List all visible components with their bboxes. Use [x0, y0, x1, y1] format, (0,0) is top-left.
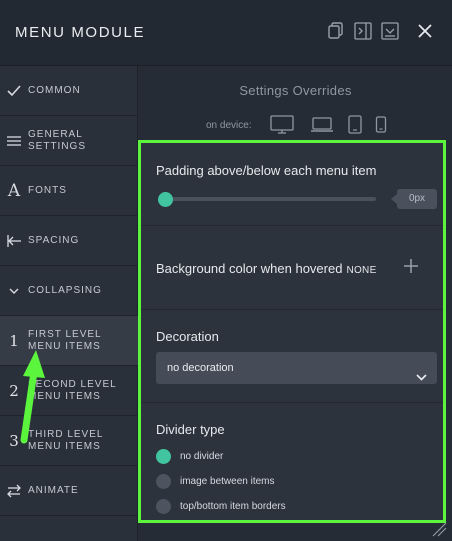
font-icon: A — [7, 180, 21, 201]
settings-overrides-title: Settings Overrides — [239, 83, 352, 98]
sidebar-item-animate[interactable]: ANIMATE — [0, 466, 138, 516]
sidebar-item-label: COMMON — [28, 84, 81, 96]
sidebar-item-common[interactable]: COMMON — [0, 66, 138, 116]
sidebar-item-label: ANIMATE — [28, 484, 79, 496]
sidebar-item-label: FONTS — [28, 184, 67, 196]
radio-button[interactable] — [156, 498, 171, 514]
background-section: Background color when hovered NONE — [141, 226, 443, 310]
sidebar-item-first-level[interactable]: 1 FIRST LEVEL MENU ITEMS — [0, 316, 138, 366]
arrow-left-bar-icon — [0, 233, 28, 249]
add-color-plus-icon[interactable] — [403, 258, 419, 274]
padding-value-box[interactable]: 0px — [391, 189, 437, 209]
sidebar-item-fonts[interactable]: A FONTS — [0, 166, 138, 216]
sidebar-item-label: SPACING — [28, 234, 80, 246]
padding-label: Padding above/below each menu item — [156, 163, 377, 178]
radio-label: no divider — [180, 450, 224, 462]
chevron-down-icon — [0, 284, 28, 298]
sidebar-item-label: THIRD LEVEL MENU ITEMS — [28, 428, 104, 452]
sidebar: COMMON GENERAL SETTINGS A FONTS SPACING … — [0, 66, 138, 541]
divider-type-label: Divider type — [156, 422, 225, 437]
sidebar-item-label: COLLAPSING — [28, 284, 102, 296]
swap-arrows-icon — [0, 483, 28, 499]
radio-button[interactable] — [156, 448, 171, 464]
close-icon[interactable] — [415, 21, 435, 41]
sidebar-item-collapsing[interactable]: COLLAPSING — [0, 266, 138, 316]
sidebar-item-label: SECOND LEVEL MENU ITEMS — [28, 378, 117, 402]
chevron-down-icon — [416, 363, 427, 395]
radio-label: top/bottom item borders — [180, 500, 286, 512]
padding-slider-handle[interactable] — [158, 192, 173, 207]
tablet-icon[interactable] — [347, 115, 363, 135]
desktop-icon[interactable] — [270, 115, 294, 135]
modal-title: MENU MODULE — [15, 24, 146, 41]
divider-section: Divider type no divider image between it… — [141, 403, 443, 520]
sidebar-item-second-level[interactable]: 2 SECOND LEVEL MENU ITEMS — [0, 366, 138, 416]
radio-image-between-items[interactable]: image between items — [156, 473, 275, 489]
menu-lines-icon — [0, 133, 28, 149]
level-number: 2 — [9, 381, 19, 400]
decoration-selected-value: no decoration — [167, 362, 234, 374]
device-label: on device: — [206, 120, 252, 131]
background-value: NONE — [346, 265, 377, 276]
level-number: 1 — [9, 331, 19, 350]
padding-section: Padding above/below each menu item 0px — [141, 143, 443, 226]
check-icon — [0, 83, 28, 99]
radio-label: image between items — [180, 475, 275, 487]
sidebar-toggle-icon[interactable] — [353, 21, 373, 41]
radio-top-bottom-borders[interactable]: top/bottom item borders — [156, 498, 286, 514]
phone-icon[interactable] — [375, 115, 387, 135]
level-number: 3 — [9, 431, 19, 450]
menu-item-settings-panel: Padding above/below each menu item 0px B… — [138, 140, 446, 523]
padding-slider-track[interactable] — [165, 197, 376, 201]
laptop-icon[interactable] — [310, 115, 334, 135]
save-icon[interactable] — [380, 21, 400, 41]
decoration-label: Decoration — [156, 329, 219, 344]
modal-header: MENU MODULE — [0, 0, 452, 66]
background-label-row: Background color when hovered NONE — [156, 261, 377, 276]
sidebar-item-label: FIRST LEVEL MENU ITEMS — [28, 328, 102, 352]
copy-icon[interactable] — [326, 21, 346, 41]
background-label: Background color when hovered — [156, 261, 343, 276]
sidebar-item-third-level[interactable]: 3 THIRD LEVEL MENU ITEMS — [0, 416, 138, 466]
sidebar-item-general-settings[interactable]: GENERAL SETTINGS — [0, 116, 138, 166]
radio-button[interactable] — [156, 473, 171, 489]
radio-no-divider[interactable]: no divider — [156, 448, 223, 464]
sidebar-item-label: GENERAL SETTINGS — [28, 128, 87, 152]
decoration-section: Decoration no decoration — [141, 310, 443, 403]
sidebar-item-spacing[interactable]: SPACING — [0, 216, 138, 266]
resize-grip-icon[interactable] — [430, 520, 448, 541]
decoration-select[interactable]: no decoration — [156, 352, 437, 384]
